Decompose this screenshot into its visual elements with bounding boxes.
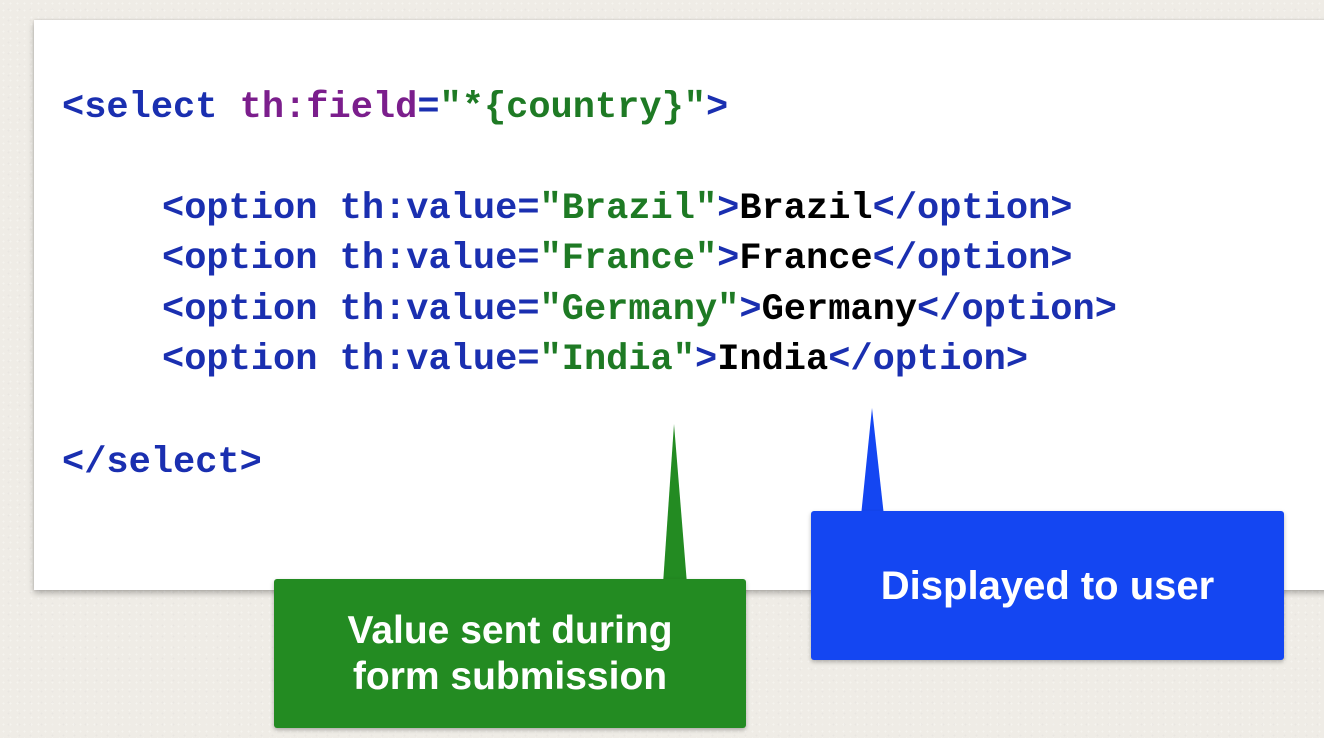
tag-token: < <box>162 238 185 280</box>
string-token: "Germany" <box>539 289 740 331</box>
tag-token: th:value <box>339 188 518 230</box>
value-sent-callout: Value sent during form submission <box>274 579 746 728</box>
tag-token: </ <box>872 238 918 280</box>
tag-token: = <box>517 289 540 331</box>
tag-token: > <box>694 339 718 381</box>
tag-token: </ <box>828 339 873 381</box>
tag-token: > <box>717 238 740 280</box>
code-line-option-india: <option th:value="India">India</option> <box>162 338 1028 382</box>
tag-token: option <box>184 289 318 331</box>
text-token: Germany <box>761 289 918 331</box>
tag-token: option <box>917 188 1051 230</box>
tag-token: > <box>1005 339 1029 381</box>
tag-token: > <box>1050 188 1073 230</box>
code-line-option-brazil: <option th:value="Brazil">Brazil</option… <box>162 187 1073 231</box>
tag-token: > <box>739 289 762 331</box>
tag-token: > <box>705 87 729 129</box>
text-token: Brazil <box>739 188 873 230</box>
tag-token: select <box>84 87 218 129</box>
tag-token: option <box>872 339 1006 381</box>
value-callout-pointer <box>663 424 687 584</box>
tag-token: option <box>961 289 1095 331</box>
tag-token: </ <box>62 442 107 484</box>
tag-token: </ <box>872 188 918 230</box>
displayed-to-user-callout: Displayed to user <box>811 511 1284 660</box>
tag-token: = <box>517 339 540 381</box>
tag-token: > <box>239 442 262 484</box>
tag-token: < <box>62 87 85 129</box>
tag-token: > <box>1094 289 1117 331</box>
code-line-select-open: <select th:field="*{country}"> <box>62 86 728 130</box>
tag-token: = <box>517 188 540 230</box>
attribute-token: th:field <box>239 87 418 129</box>
text-token: France <box>739 238 873 280</box>
string-token: "Brazil" <box>539 188 718 230</box>
text-token: India <box>717 339 829 381</box>
value-callout-line-2: form submission <box>352 654 668 698</box>
code-line-option-france: <option th:value="France">France</option… <box>162 237 1073 281</box>
code-line-option-germany: <option th:value="Germany">Germany</opti… <box>162 288 1117 332</box>
display-callout-pointer <box>861 408 884 516</box>
tag-token: option <box>184 339 318 381</box>
tag-token: option <box>917 238 1051 280</box>
tag-token: = <box>517 238 540 280</box>
tag-token: = <box>417 87 440 129</box>
tag-token: > <box>1050 238 1073 280</box>
string-token: "India" <box>539 339 695 381</box>
code-line-select-close: </select> <box>62 441 262 485</box>
tag-token: th:value <box>339 289 518 331</box>
tag-token: th:value <box>339 339 518 381</box>
tag-token: </ <box>917 289 962 331</box>
tag-token: th:value <box>339 238 518 280</box>
tag-token: select <box>106 442 240 484</box>
string-token: "*{country}" <box>439 87 706 129</box>
tag-token: < <box>162 339 185 381</box>
value-callout-line-1: Value sent during <box>347 608 673 652</box>
tag-token: < <box>162 188 185 230</box>
tag-token: option <box>184 188 318 230</box>
tag-token: < <box>162 289 185 331</box>
string-token: "France" <box>539 238 718 280</box>
tag-token: > <box>717 188 740 230</box>
tag-token: option <box>184 238 318 280</box>
display-callout-text: Displayed to user <box>880 563 1215 608</box>
